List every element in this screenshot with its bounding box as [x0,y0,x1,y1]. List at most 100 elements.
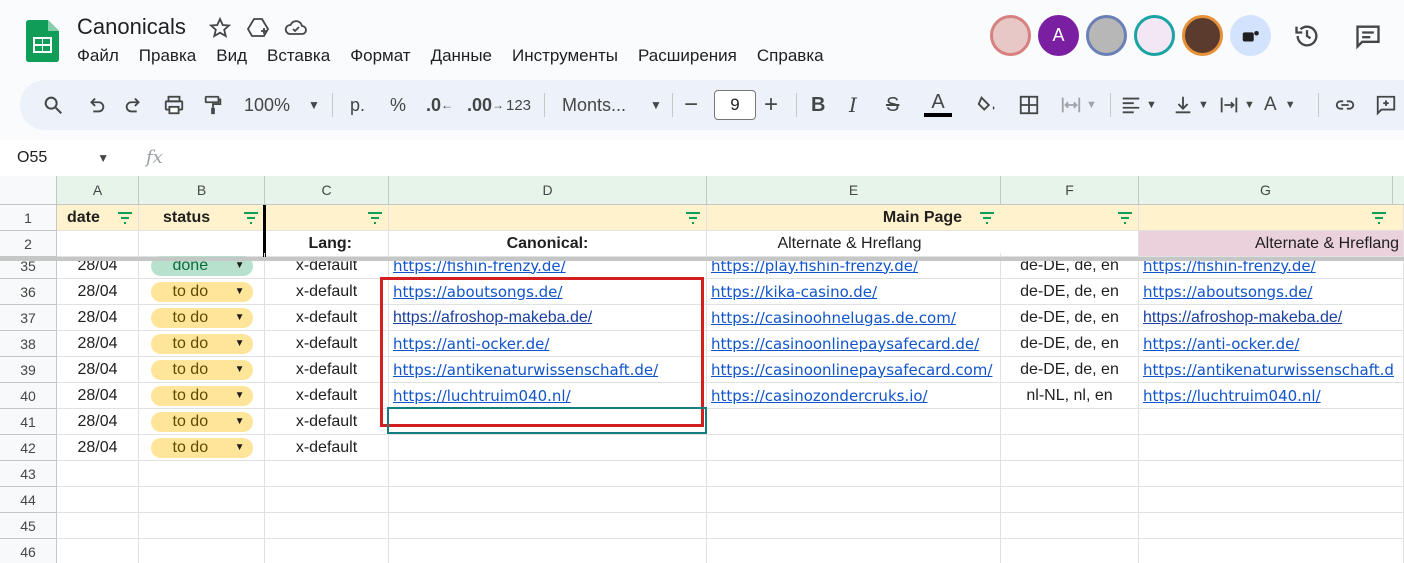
row-header[interactable]: 43 [0,461,57,487]
percent-button[interactable]: % [390,80,406,130]
cell-e[interactable] [707,539,1001,563]
frozen-column-divider[interactable] [263,205,266,260]
row-header[interactable]: 45 [0,513,57,539]
column-header-h[interactable] [1393,176,1404,205]
url-link[interactable]: https://antikenaturwissenschaft.d [1143,361,1394,379]
fill-color-icon[interactable] [976,80,998,130]
avatar[interactable]: A [1038,15,1079,56]
row-header[interactable]: 40 [0,383,57,409]
cell-f[interactable] [1001,487,1139,513]
cell-date[interactable]: 28/04 [57,305,139,331]
cloud-saved-icon[interactable] [284,16,308,40]
url-link[interactable]: https://luchtruim040.nl/ [1143,387,1321,405]
header-cell-main-page[interactable]: Main Page [707,205,1139,231]
cell-e[interactable] [707,435,1001,461]
cell-lang[interactable]: x-default [265,409,389,435]
horizontal-align-icon[interactable]: ▼ [1120,80,1157,130]
cell-e[interactable] [707,513,1001,539]
cell-date[interactable] [57,513,139,539]
row-header[interactable]: 39 [0,357,57,383]
cell-date[interactable] [57,461,139,487]
avatar[interactable] [1182,15,1223,56]
frozen-row-divider[interactable] [0,257,1404,261]
avatar[interactable] [1086,15,1127,56]
cell-f[interactable]: nl-NL, nl, en [1001,383,1139,409]
cell-date[interactable]: 28/04 [57,331,139,357]
cell-e[interactable]: https://casinoohnelugas.de.com/ [707,305,1001,331]
column-header-e[interactable]: E [707,176,1001,205]
status-chip[interactable]: to do ▼ [150,385,253,406]
number-format-button[interactable]: 123 [506,80,531,130]
redo-icon[interactable] [123,80,145,130]
avatar[interactable] [1134,15,1175,56]
select-all-corner[interactable] [0,176,57,205]
url-link[interactable]: https://afroshop-makeba.de/ [1143,309,1342,327]
spreadsheet-grid[interactable]: A B C D E F G 1 date status Main Page 2 … [0,176,1404,563]
cell-e[interactable] [707,487,1001,513]
row-header[interactable]: 35 [0,261,57,279]
cell-status[interactable]: to do ▼ [139,383,265,409]
url-link[interactable]: https://casinoonlinepaysafecard.com/ [711,361,992,379]
cell-lang[interactable] [265,539,389,563]
row-header[interactable]: 36 [0,279,57,305]
cell-g[interactable]: https://afroshop-makeba.de/ [1139,305,1404,331]
cell-f[interactable] [1001,409,1139,435]
cell-g[interactable] [1139,409,1404,435]
cell-status[interactable]: to do ▼ [139,409,265,435]
insert-comment-icon[interactable] [1375,80,1397,130]
filter-icon[interactable] [243,212,259,224]
column-header-c[interactable]: C [265,176,389,205]
undo-icon[interactable] [85,80,107,130]
cell-status[interactable] [139,461,265,487]
cell-lang[interactable] [265,487,389,513]
url-link[interactable]: https://anti-ocker.de/ [1143,335,1299,353]
status-chip[interactable]: to do ▼ [150,411,253,432]
increase-decimal-button[interactable]: .00 → [467,80,504,130]
cell-date[interactable]: 28/04 [57,357,139,383]
cell-status[interactable]: to do ▼ [139,331,265,357]
column-header-d[interactable]: D [389,176,707,205]
text-color-icon[interactable]: A [924,80,952,130]
vertical-align-icon[interactable]: ▼ [1172,80,1209,130]
cell-e[interactable] [707,409,1001,435]
cell-status[interactable]: to do ▼ [139,279,265,305]
menu-edit[interactable]: Правка [139,46,196,66]
sheets-logo-icon[interactable] [26,20,59,62]
url-link[interactable]: https://casinoohnelugas.de.com/ [711,309,956,327]
strikethrough-icon[interactable]: S [886,80,899,130]
url-link[interactable]: https://kika-casino.de/ [711,283,877,301]
cell-lang[interactable]: x-default [265,279,389,305]
row-header[interactable]: 44 [0,487,57,513]
cell-d[interactable] [389,435,707,461]
cell-lang[interactable]: x-default [265,357,389,383]
cell-f[interactable]: de-DE, de, en [1001,279,1139,305]
filter-icon[interactable] [979,212,995,224]
cell-g[interactable] [1139,461,1404,487]
row-header[interactable]: 37 [0,305,57,331]
menu-file[interactable]: Файл [77,46,119,66]
column-header-b[interactable]: B [139,176,265,205]
cell-g[interactable] [1139,513,1404,539]
cell-lang[interactable]: x-default [265,305,389,331]
cell-g[interactable] [1139,435,1404,461]
cell-status[interactable]: to do ▼ [139,357,265,383]
zoom-select[interactable]: 100% ▼ [244,80,320,130]
version-history-icon[interactable] [1293,22,1321,50]
cell-status[interactable]: to do ▼ [139,305,265,331]
filter-icon[interactable] [1371,212,1387,224]
cell-date[interactable] [57,539,139,563]
borders-icon[interactable] [1018,80,1040,130]
status-chip[interactable]: to do ▼ [150,333,253,354]
cell-g[interactable]: https://aboutsongs.de/ [1139,279,1404,305]
column-header-f[interactable]: F [1001,176,1139,205]
menu-extensions[interactable]: Расширения [638,46,737,66]
url-link[interactable]: https://casinoonlinepaysafecard.de/ [711,335,979,353]
menu-view[interactable]: Вид [216,46,247,66]
cell-f[interactable] [1001,435,1139,461]
cell-e[interactable]: https://casinozondercruks.io/ [707,383,1001,409]
cell-e[interactable] [707,461,1001,487]
cell-lang[interactable] [265,461,389,487]
paint-format-icon[interactable] [202,80,224,130]
cell-f[interactable]: de-DE, de, en [1001,357,1139,383]
cell-date[interactable]: 28/04 [57,383,139,409]
